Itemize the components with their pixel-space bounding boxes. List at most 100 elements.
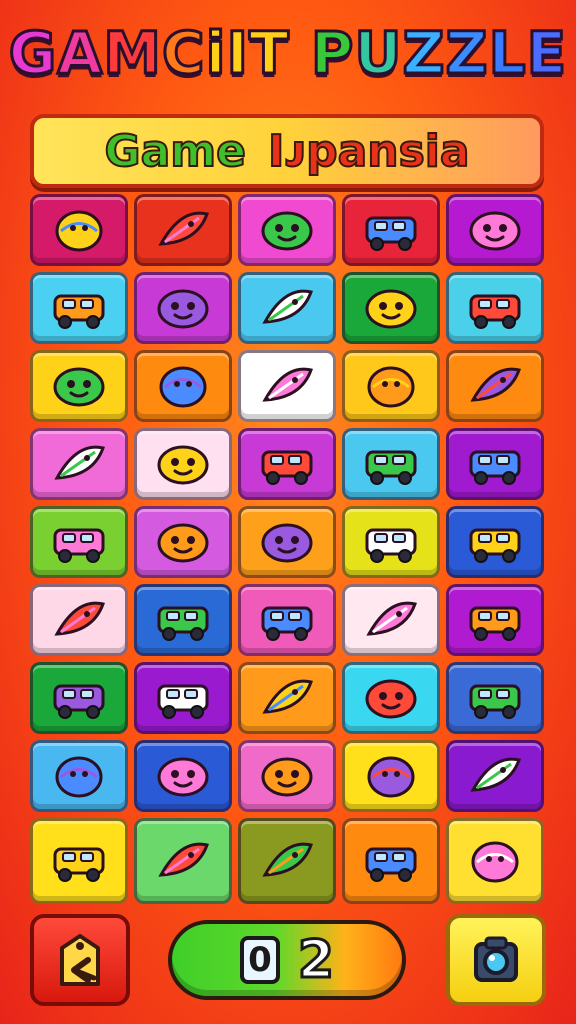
pink-robot-icon [469, 684, 521, 719]
puzzle-tile[interactable] [238, 194, 336, 266]
title-letter: C [161, 18, 207, 89]
puzzle-tile[interactable] [238, 272, 336, 344]
red-ball-icon [159, 366, 207, 408]
puzzle-tile[interactable] [30, 740, 128, 812]
puzzle-tile[interactable] [238, 818, 336, 904]
level-number: 2 [296, 929, 335, 992]
leaf-icon [470, 757, 521, 792]
bus-icon [261, 450, 313, 485]
toy-truck-icon [157, 684, 209, 719]
puzzle-tile[interactable] [446, 662, 544, 734]
puzzle-tile[interactable] [342, 584, 440, 656]
speech-bubble-face-icon [261, 211, 313, 251]
puzzle-tile[interactable] [342, 350, 440, 422]
puzzle-tile[interactable] [134, 740, 232, 812]
pink-gamepad-icon [365, 847, 417, 882]
puzzle-tile[interactable] [446, 272, 544, 344]
puzzle-tile[interactable] [238, 740, 336, 812]
leaf-ball-icon [470, 367, 521, 402]
bird-icon [262, 367, 313, 402]
puzzle-tile[interactable] [134, 272, 232, 344]
puzzle-tile[interactable] [238, 506, 336, 578]
back-arrow-icon [60, 934, 100, 986]
title-letter: U [353, 18, 403, 89]
puzzle-grid [30, 194, 546, 904]
title-letter: L [487, 18, 527, 89]
camera-button[interactable] [446, 914, 546, 1006]
puzzle-tile[interactable] [342, 506, 440, 578]
puzzle-tile[interactable] [342, 194, 440, 266]
puzzle-tile[interactable] [342, 272, 440, 344]
puzzle-tile[interactable] [134, 584, 232, 656]
title-letter: A [56, 18, 104, 89]
puzzle-tile[interactable] [446, 350, 544, 422]
puzzle-tile[interactable] [238, 662, 336, 734]
lemon-face-icon [367, 366, 415, 408]
arrow-icon [262, 842, 313, 877]
title-letter: Z [444, 18, 489, 89]
level-box: 0 [239, 936, 280, 984]
title-letter: G [7, 18, 58, 89]
puzzle-tile[interactable] [134, 506, 232, 578]
game-title: GAMCiIT PUZZLE [0, 18, 576, 89]
puzzle-tile[interactable] [134, 428, 232, 500]
green-car-icon [261, 606, 313, 641]
puzzle-tile[interactable] [30, 818, 128, 904]
puzzle-tile[interactable] [342, 740, 440, 812]
lemon-icon [55, 210, 103, 252]
puzzle-tile[interactable] [30, 428, 128, 500]
comet-face-icon [262, 289, 313, 324]
truck-icon [53, 528, 105, 563]
level-indicator[interactable]: 0 2 [168, 920, 406, 1000]
brown-car-icon [157, 606, 209, 641]
puzzle-tile[interactable] [446, 194, 544, 266]
puzzle-tile[interactable] [134, 350, 232, 422]
puzzle-tile[interactable] [134, 818, 232, 904]
title-letter: P [309, 18, 355, 89]
puzzle-tile[interactable] [342, 818, 440, 904]
puzzle-tile[interactable] [238, 428, 336, 500]
title-letter: T [248, 18, 291, 89]
subtitle-word-1: Game [103, 125, 246, 178]
subtitle: Game Iᴊpansia [34, 118, 540, 184]
camera-icon [474, 936, 518, 982]
puzzle-tile[interactable] [30, 194, 128, 266]
back-button[interactable] [30, 914, 130, 1006]
puzzle-tile[interactable] [30, 662, 128, 734]
puzzle-tile[interactable] [446, 584, 544, 656]
puzzle-tile[interactable] [30, 584, 128, 656]
van-icon [469, 294, 521, 329]
puzzle-tile[interactable] [446, 506, 544, 578]
puzzle-tile[interactable] [342, 428, 440, 500]
slide-icon [261, 757, 313, 797]
puzzle-tile[interactable] [134, 194, 232, 266]
puzzle-tile[interactable] [30, 350, 128, 422]
controller-icon [53, 684, 105, 719]
pink-cart-icon [365, 528, 417, 563]
puzzle-tile[interactable] [238, 584, 336, 656]
pineapple-icon [55, 756, 103, 798]
puzzle-tile[interactable] [30, 272, 128, 344]
puzzle-tile[interactable] [30, 506, 128, 578]
red-bag-icon [469, 606, 521, 641]
bear-face-icon [157, 757, 209, 797]
title-letter: I [225, 18, 250, 89]
puzzle-tile[interactable] [238, 350, 336, 422]
purple-car-icon [365, 450, 417, 485]
puzzle-tile[interactable] [446, 740, 544, 812]
pink-blob-icon [157, 523, 209, 563]
cheese-icon [367, 756, 415, 798]
cat-face-icon [53, 367, 105, 407]
wizard-hat-icon [158, 211, 209, 246]
blue-ball-face-icon [471, 841, 519, 883]
puzzle-tile[interactable] [446, 428, 544, 500]
puzzle-tile[interactable] [134, 662, 232, 734]
puzzle-tile[interactable] [446, 818, 544, 904]
chick-icon [157, 445, 209, 485]
pink-fish-icon [158, 842, 209, 877]
puzzle-tile[interactable] [342, 662, 440, 734]
basket-icon [365, 289, 417, 329]
cart-icon [53, 294, 105, 329]
title-letter [290, 18, 311, 88]
subtitle-word-2: Iᴊpansia [267, 125, 471, 178]
